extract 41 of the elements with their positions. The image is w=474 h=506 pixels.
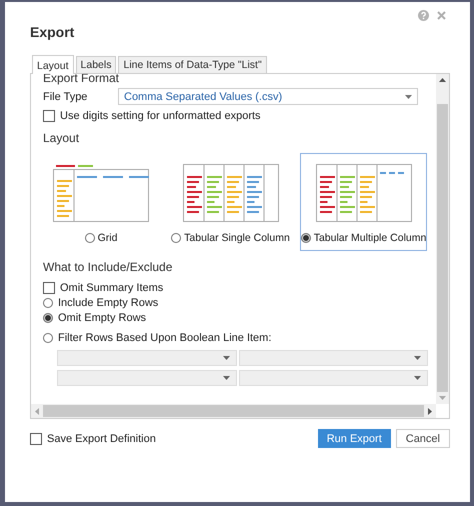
checkbox[interactable] [43, 110, 55, 122]
caret-icon [223, 356, 230, 360]
caret-icon [414, 376, 421, 380]
file-type-dropdown[interactable]: Comma Separated Values (.csv) [118, 88, 418, 105]
caret-icon [414, 356, 421, 360]
option-label: Tabular Single Column [184, 232, 290, 244]
field-label: File Type [43, 90, 88, 102]
scroll-up-icon[interactable] [439, 78, 446, 82]
checkbox-label: Save Export Definition [47, 432, 156, 444]
option-label: Include Empty Rows [58, 297, 158, 309]
dialog-title: Export [30, 24, 76, 40]
option-label: Grid [98, 232, 118, 244]
horizontal-scrollbar[interactable] [31, 404, 436, 418]
radio-button[interactable] [43, 313, 53, 323]
section-heading: Layout [43, 131, 80, 145]
radio-button[interactable] [171, 233, 182, 243]
radio-button[interactable] [84, 233, 95, 243]
tab[interactable]: Layout [32, 55, 74, 74]
tab[interactable]: Line Items of Data-Type "List" [118, 56, 267, 73]
section-heading: Export Format [43, 74, 120, 84]
layout-option[interactable]: Grid [45, 153, 157, 251]
radio-button[interactable] [43, 298, 53, 308]
layout-option[interactable]: Tabular Single Column [167, 153, 294, 251]
option-label: Tabular Multiple Column [314, 232, 426, 244]
section-heading: What to Include/Exclude [43, 260, 174, 274]
checkbox[interactable] [43, 282, 55, 294]
run-export-button[interactable]: Run Export [318, 429, 391, 448]
vertical-scrollbar[interactable] [436, 74, 449, 404]
scroll-right-icon[interactable] [428, 408, 432, 414]
radio-button[interactable] [43, 333, 53, 343]
cancel-button[interactable]: Cancel [396, 429, 450, 448]
radio-button[interactable] [300, 233, 311, 243]
checkbox-label: Use digits setting for unformatted exports [60, 110, 261, 122]
layout-option[interactable]: Tabular Multiple Column [300, 153, 427, 251]
tab[interactable]: Labels [76, 56, 116, 73]
option-label: Filter Rows Based Upon Boolean Line Item: [58, 332, 272, 344]
option-label: Omit Summary Items [60, 282, 164, 294]
option-label: Omit Empty Rows [58, 312, 146, 324]
checkbox[interactable] [30, 432, 42, 444]
caret-icon [223, 376, 230, 380]
caret-icon [405, 94, 412, 98]
